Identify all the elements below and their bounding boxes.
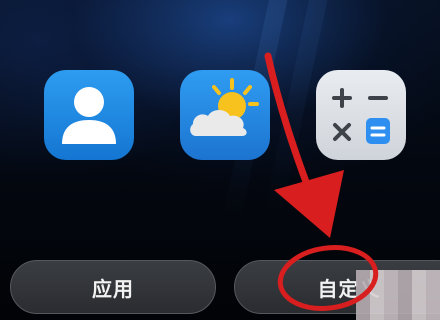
contacts-app-icon[interactable]	[44, 70, 134, 160]
apps-button-label: 应用	[92, 276, 134, 301]
person-icon	[62, 87, 116, 144]
calculator-app-icon[interactable]	[316, 70, 406, 160]
calculator-icon	[332, 88, 390, 144]
weather-icon	[190, 78, 259, 136]
apps-button[interactable]: 应用	[10, 260, 216, 314]
mosaic-overlay	[356, 270, 440, 320]
weather-app-icon[interactable]	[180, 70, 270, 160]
home-screen-customize: 应用 自定义	[0, 0, 440, 320]
